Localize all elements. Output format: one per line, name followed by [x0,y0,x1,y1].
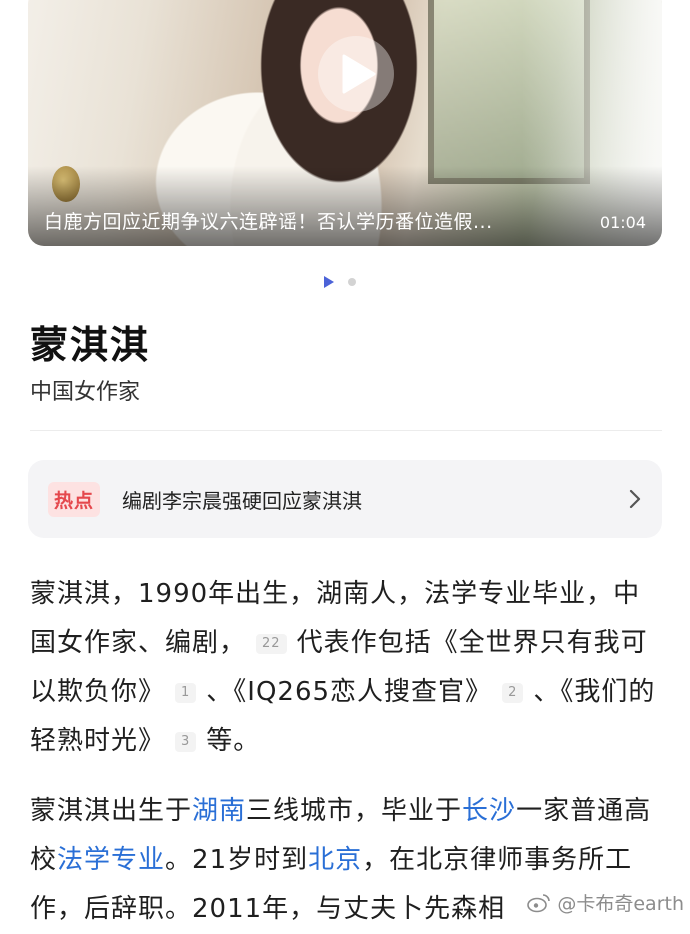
divider [30,430,662,431]
link-law-major[interactable]: 法学专业 [57,845,165,875]
watermark-text: @卡布奇earth [557,893,684,915]
summary-paragraph: 蒙淇淇，1990年出生，湖南人，法学专业毕业，中国女作家、编剧， 22 代表作包括《… [30,570,662,766]
chevron-right-icon[interactable] [628,488,642,510]
citation-ref[interactable]: 3 [175,731,197,752]
summary-text: 等。 [206,726,261,756]
video-title[interactable]: 白鹿方回应近期争议六连辟谣！否认学历番位造假... [44,207,574,234]
hot-topic-card[interactable]: 热点 编剧李宗晨强硬回应蒙淇淇 [28,460,662,538]
bio-text: 三线城市，毕业于 [246,796,463,826]
link-hunan[interactable]: 湖南 [192,796,246,826]
weibo-icon [527,893,551,912]
pager-dot[interactable] [348,278,356,286]
video-card[interactable]: 白鹿方回应近期争议六连辟谣！否认学历番位造假... 01:04 [28,0,662,246]
citation-ref[interactable]: 1 [175,682,197,703]
summary-text: 、《IQ265恋人搜查官》 [206,677,493,707]
link-changsha[interactable]: 长沙 [462,796,516,826]
citation-ref[interactable]: 2 [502,682,524,703]
watermark: @卡布奇earth [527,889,684,916]
page-subtitle: 中国女作家 [30,380,141,405]
bio-text: 蒙淇淇出生于 [30,796,193,826]
hot-badge: 热点 [48,481,101,517]
carousel-pager [324,276,356,288]
link-beijing[interactable]: 北京 [308,845,362,875]
play-icon [342,54,376,94]
bio-text: 。21岁时到 [165,845,309,875]
play-button[interactable] [318,36,394,112]
video-duration: 01:04 [599,213,646,232]
hot-topic-text[interactable]: 编剧李宗晨强硬回应蒙淇淇 [122,485,628,514]
pager-active-indicator[interactable] [324,276,334,288]
video-overlay [28,166,662,246]
citation-ref[interactable]: 22 [256,633,287,654]
page-title: 蒙淇淇 [30,323,151,367]
